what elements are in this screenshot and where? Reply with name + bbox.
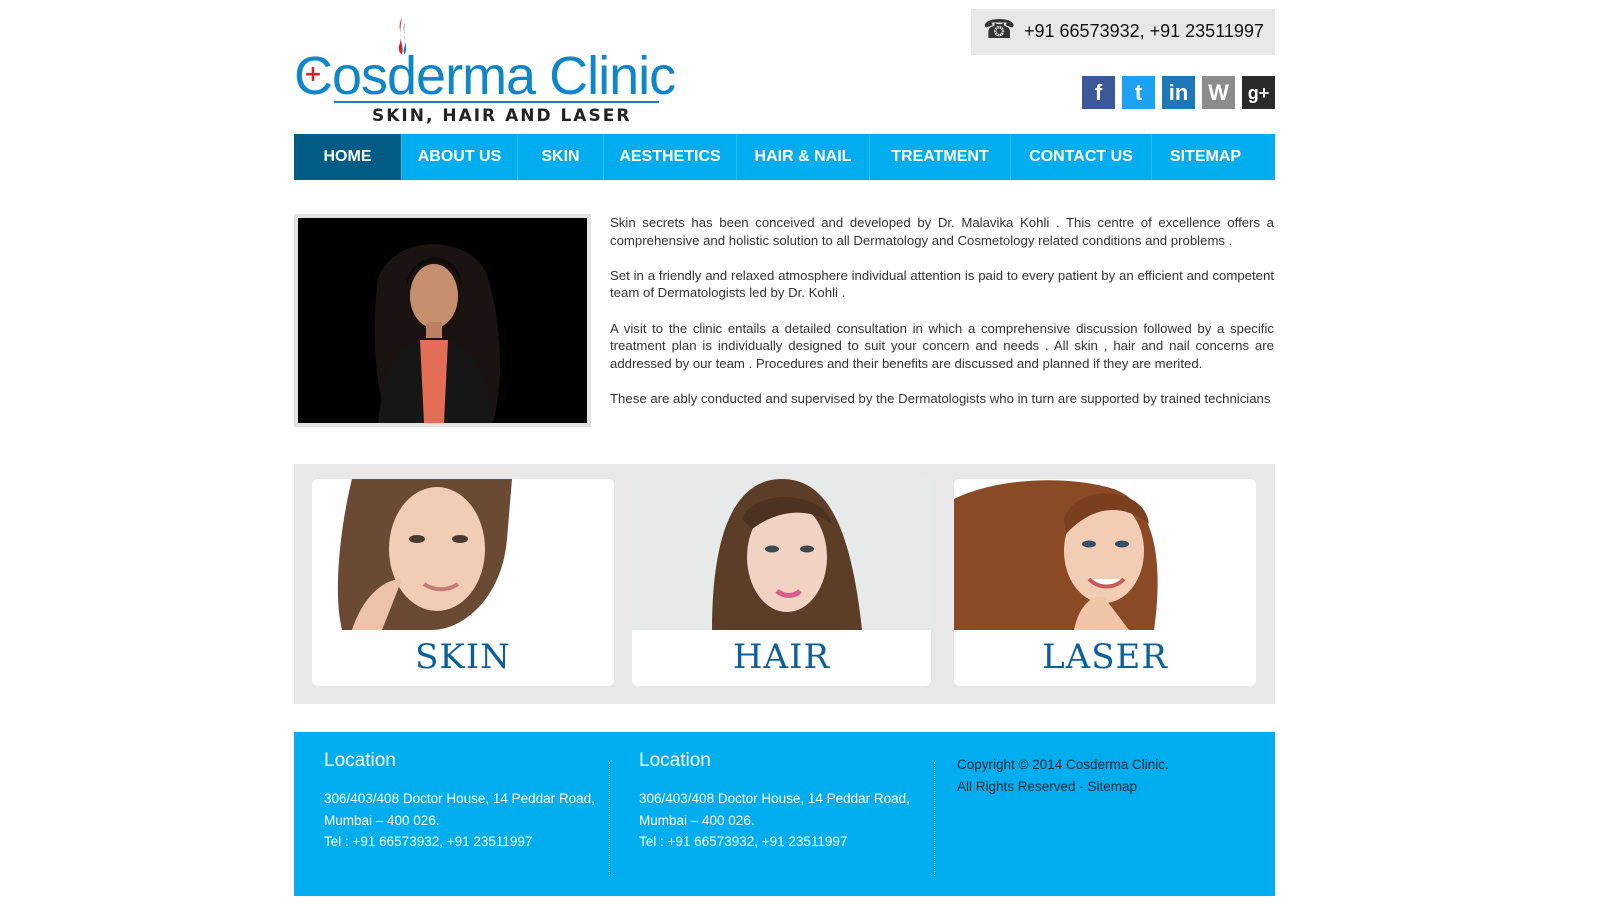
footer-copyright: Copyright © 2014 Cosderma Clinic. All Ri…: [957, 754, 1169, 797]
nav-aesthetics[interactable]: AESTHETICS: [604, 134, 737, 180]
linkedin-icon[interactable]: in: [1162, 76, 1195, 109]
nav-sitemap[interactable]: SITEMAP: [1152, 134, 1259, 180]
intro-paragraph: Set in a friendly and relaxed atmosphere…: [610, 267, 1274, 301]
intro-text: Skin secrets has been conceived and deve…: [610, 214, 1274, 425]
address-line: Mumbai – 400 026.: [639, 812, 755, 828]
social-links: f t in W g+: [1082, 76, 1275, 109]
footer-divider: [934, 762, 935, 876]
twitter-icon[interactable]: t: [1122, 76, 1155, 109]
hair-image: [632, 479, 931, 630]
phone-numbers: +91 66573932, +91 23511997: [1024, 21, 1264, 41]
address-line: 306/403/408 Doctor House, 14 Peddar Road…: [324, 791, 595, 806]
doctor-photo: [298, 218, 587, 423]
facebook-icon[interactable]: f: [1082, 76, 1115, 109]
logo-rule: [334, 101, 659, 103]
service-card-hair[interactable]: HAIR: [632, 479, 931, 686]
doctor-portrait: [294, 214, 591, 427]
skin-image: [312, 479, 614, 630]
logo-wordmark: Cosderma Clinic: [294, 46, 676, 106]
telephone-line: Tel : +91 66573932, +91 23511997: [324, 834, 533, 849]
footer: Location 306/403/408 Doctor House, 14 Pe…: [294, 732, 1275, 896]
nav-home[interactable]: HOME: [294, 134, 402, 180]
nav-contact-us[interactable]: CONTACT US: [1011, 134, 1152, 180]
service-card-skin[interactable]: SKIN: [312, 479, 614, 686]
google-plus-icon[interactable]: g+: [1242, 76, 1275, 109]
intro-paragraph: Skin secrets has been conceived and deve…: [610, 215, 1274, 248]
service-label-skin: SKIN: [415, 637, 511, 677]
footer-address: 306/403/408 Doctor House, 14 Peddar Road…: [639, 788, 910, 853]
nav-hair-nail[interactable]: HAIR & NAIL: [737, 134, 870, 180]
doctor-illustration: [298, 218, 587, 423]
address-line: Mumbai – 400 026.: [324, 812, 440, 828]
service-label-hair: HAIR: [732, 637, 831, 677]
nav-about-us[interactable]: ABOUT US: [402, 134, 518, 180]
rights-sitemap-link[interactable]: All Rights Reserved · Sitemap: [957, 776, 1169, 798]
nav-skin[interactable]: SKIN: [518, 134, 604, 180]
logo-tagline: SKIN, HAIR AND LASER: [372, 106, 632, 126]
clinic-logo[interactable]: Cosderma Clinic + SKIN, HAIR AND LASER: [294, 14, 676, 126]
phone-box: ☎ +91 66573932, +91 23511997: [971, 9, 1275, 55]
service-card-laser[interactable]: LASER: [954, 479, 1256, 686]
address-line: 306/403/408 Doctor House, 14 Peddar Road…: [639, 791, 910, 806]
nav-treatment[interactable]: TREATMENT: [870, 134, 1011, 180]
laser-image: [954, 479, 1256, 630]
footer-address: 306/403/408 Doctor House, 14 Peddar Road…: [324, 788, 595, 853]
intro-paragraph: A visit to the clinic entails a detailed…: [610, 320, 1274, 371]
services-panel: SKIN HAIR LASER: [294, 464, 1275, 704]
footer-location-title: Location: [324, 750, 396, 771]
wordpress-icon[interactable]: W: [1202, 76, 1235, 109]
telephone-line: Tel : +91 66573932, +91 23511997: [639, 834, 848, 849]
footer-location-title: Location: [639, 750, 711, 771]
service-label-laser: LASER: [1042, 637, 1168, 677]
page: Cosderma Clinic + SKIN, HAIR AND LASER ☎…: [294, 0, 1275, 915]
footer-divider: [609, 762, 610, 876]
main-nav: HOME ABOUT US SKIN AESTHETICS HAIR & NAI…: [294, 134, 1275, 180]
copyright-text: Copyright © 2014 Cosderma Clinic.: [957, 757, 1169, 772]
telephone-icon: ☎: [983, 15, 1016, 45]
red-cross-icon: +: [302, 62, 324, 87]
intro-paragraph: These are ably conducted and supervised …: [610, 390, 1271, 406]
